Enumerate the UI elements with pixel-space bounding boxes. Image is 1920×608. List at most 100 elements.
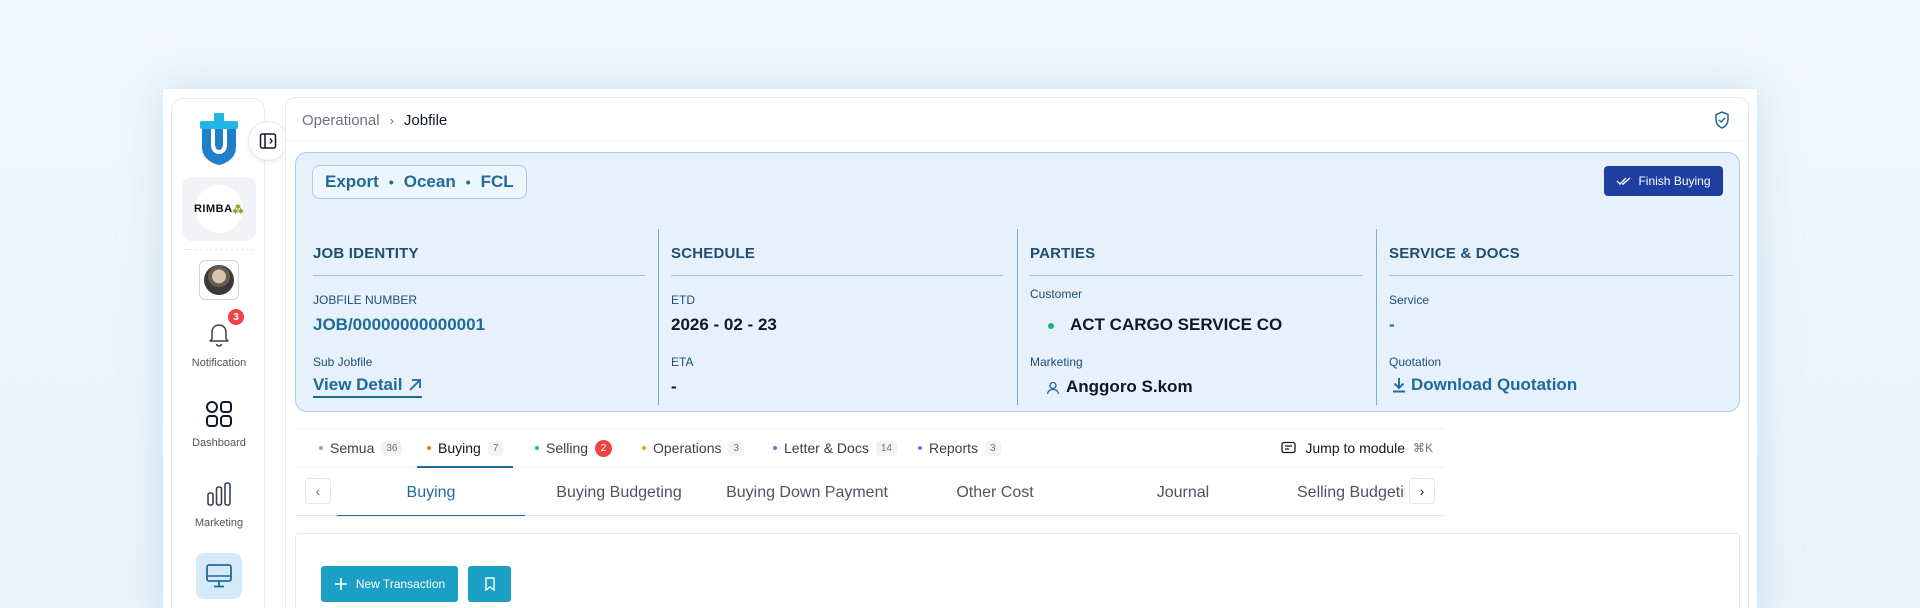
sub-tab-buying-budgeting[interactable]: Buying Budgeting <box>525 470 713 516</box>
jump-to-module-button[interactable]: Jump to module ⌘K <box>1281 429 1433 467</box>
tab-label: Operations <box>653 440 722 456</box>
module-tab-reports[interactable]: Reports 3 <box>918 429 1001 467</box>
header-divider <box>286 140 1748 141</box>
bookmark-button[interactable] <box>468 566 511 602</box>
tab-bullet <box>918 446 922 450</box>
shipment-mode-pill: Export • Ocean • FCL <box>312 165 527 199</box>
monitor-icon <box>206 564 232 588</box>
finish-buying-button[interactable]: Finish Buying <box>1604 166 1723 196</box>
sidebar-toggle-icon <box>259 133 277 149</box>
tab-count: 3 <box>985 440 1001 456</box>
tab-label: Buying <box>438 440 481 456</box>
module-tab-semua[interactable]: Semua 36 <box>319 429 403 467</box>
section-heading: SERVICE & DOCS <box>1389 245 1520 262</box>
shield-check-icon[interactable] <box>1714 111 1730 134</box>
customer-status-dot <box>1048 323 1054 329</box>
eta-value: - <box>671 377 677 396</box>
view-detail-link[interactable]: View Detail <box>313 375 423 398</box>
notification-badge: 3 <box>228 309 244 325</box>
tab-label: Reports <box>929 440 979 456</box>
download-quotation-label: Download Quotation <box>1411 375 1578 394</box>
section-rule <box>1030 275 1362 276</box>
sidebar-item-label: Marketing <box>194 517 244 529</box>
chevron-left-icon[interactable]: ‹ <box>305 478 331 504</box>
sidebar: RIMBA ⁂ Notification 3 Dashboard Marketi… <box>171 98 288 608</box>
tab-label: Letter & Docs <box>784 440 869 456</box>
job-identity-section: JOB IDENTITY JOBFILE NUMBER JOB/00000000… <box>313 229 645 405</box>
jump-label: Jump to module <box>1305 440 1405 456</box>
mode-fcl: FCL <box>480 172 514 191</box>
sub-tab-buying-down-payment[interactable]: Buying Down Payment <box>713 470 901 516</box>
sub-tab-other-cost[interactable]: Other Cost <box>901 470 1089 516</box>
tab-label: Selling <box>546 440 589 456</box>
chevron-right-icon[interactable]: › <box>1409 478 1435 504</box>
plus-icon <box>334 578 347 590</box>
section-heading: PARTIES <box>1030 245 1096 262</box>
section-rule <box>313 275 645 276</box>
sidebar-item-marketing[interactable]: Marketing <box>172 477 266 529</box>
breadcrumb-parent[interactable]: Operational <box>302 112 380 129</box>
sub-jobfile-label: Sub Jobfile <box>313 355 373 369</box>
tab-count: 36 <box>381 440 403 456</box>
new-transaction-label: New Transaction <box>355 577 446 591</box>
sub-tab-buying[interactable]: Buying <box>337 470 525 516</box>
service-docs-section: SERVICE & DOCS Service - Quotation Downl… <box>1376 229 1736 405</box>
module-tab-selling[interactable]: Selling 2 <box>535 429 613 467</box>
tab-count: 14 <box>875 440 897 456</box>
jobfile-number-value: JOB/00000000000001 <box>313 315 486 334</box>
marketing-label: Marketing <box>1030 355 1083 369</box>
sidebar-collapse-button[interactable] <box>248 121 288 161</box>
tab-count: 7 <box>487 440 504 456</box>
tab-count: 2 <box>595 439 613 457</box>
module-tabs: Semua 36 Buying 7 Selling 2 Operations 3… <box>295 428 1445 468</box>
bar-chart-icon <box>172 477 266 511</box>
arrow-up-right-icon <box>409 379 422 391</box>
section-rule <box>1389 275 1733 276</box>
customer-label: Customer <box>1030 287 1083 301</box>
avatar <box>204 265 234 295</box>
tab-label: Semua <box>330 440 375 456</box>
customer-value: ACT CARGO SERVICE CO <box>1070 315 1283 334</box>
company-switcher[interactable]: RIMBA ⁂ <box>182 177 256 241</box>
bell-icon <box>172 317 266 351</box>
section-heading: SCHEDULE <box>671 245 756 262</box>
mode-separator: • <box>465 174 471 190</box>
main-content: Operational › Jobfile Export • Ocean • F… <box>285 97 1749 608</box>
transactions-panel: New Transaction <box>295 533 1740 608</box>
breadcrumb-separator: › <box>389 113 394 128</box>
module-tab-buying[interactable]: Buying 7 <box>417 429 514 468</box>
sidebar-divider <box>184 249 254 250</box>
sub-tabs: ‹ Buying Buying Budgeting Buying Down Pa… <box>295 470 1445 516</box>
download-quotation-link[interactable]: Download Quotation <box>1391 375 1577 395</box>
sidebar-item-notification[interactable]: Notification <box>172 317 266 369</box>
breadcrumb-current: Jobfile <box>403 112 448 129</box>
new-transaction-button[interactable]: New Transaction <box>321 566 458 602</box>
mode-ocean: Ocean <box>403 172 456 191</box>
sidebar-item-label: Notification <box>191 357 247 369</box>
user-avatar-button[interactable] <box>199 260 239 300</box>
sub-tab-selling-budgeting[interactable]: Selling Budgeting <box>1277 470 1405 516</box>
etd-label: ETD <box>671 293 695 307</box>
module-tab-operations[interactable]: Operations 3 <box>642 429 745 467</box>
company-logo: RIMBA ⁂ <box>194 185 244 233</box>
job-summary-card: Export • Ocean • FCL Finish Buying JOB I… <box>295 152 1740 412</box>
schedule-section: SCHEDULE ETD 2026 - 02 - 23 ETA - <box>658 229 1018 405</box>
bookmark-icon <box>484 577 495 591</box>
finish-buying-label: Finish Buying <box>1638 174 1711 188</box>
keyboard-shortcut: ⌘K <box>1412 441 1433 455</box>
parties-section: PARTIES Customer ACT CARGO SERVICE CO Ma… <box>1017 229 1377 405</box>
sidebar-item-operational[interactable] <box>196 553 242 599</box>
service-label: Service <box>1389 293 1430 307</box>
jobfile-number-label: JOBFILE NUMBER <box>313 293 418 307</box>
app-logo-icon[interactable] <box>196 113 242 165</box>
download-icon <box>1393 378 1405 393</box>
sub-tab-journal[interactable]: Journal <box>1089 470 1277 516</box>
module-tab-letter-docs[interactable]: Letter & Docs 14 <box>773 429 897 467</box>
tab-count: 3 <box>728 440 745 456</box>
marketing-value: Anggoro S.kom <box>1066 377 1193 396</box>
double-check-icon <box>1616 177 1631 185</box>
etd-value: 2026 - 02 - 23 <box>671 315 777 334</box>
sidebar-item-dashboard[interactable]: Dashboard <box>172 397 266 449</box>
quotation-label: Quotation <box>1389 355 1442 369</box>
tab-bullet <box>773 446 777 450</box>
